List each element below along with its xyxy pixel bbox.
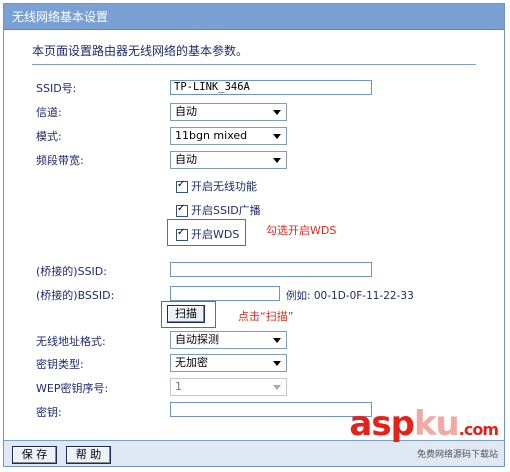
- enable-ssid-broadcast-label: 开启SSID广播: [191, 204, 261, 217]
- key-type-select[interactable]: 无加密: [170, 354, 287, 372]
- enable-ssid-broadcast-checkbox[interactable]: [176, 203, 188, 217]
- bssid-example-hint: 例如: 00-1D-0F-11-22-33: [286, 290, 414, 302]
- key-type-value: 无加密: [175, 356, 208, 369]
- enable-wireless-checkbox[interactable]: [176, 179, 188, 193]
- enable-ssid-broadcast-row[interactable]: 开启SSID广播: [176, 202, 261, 218]
- chevron-down-icon: [273, 110, 281, 115]
- chevron-down-icon: [273, 158, 281, 163]
- ssid-label: SSID号:: [36, 82, 77, 95]
- bandwidth-value: 自动: [175, 153, 197, 166]
- wep-index-label: WEP密钥序号:: [36, 382, 109, 395]
- wep-index-value: 1: [175, 380, 182, 393]
- address-format-value: 自动探测: [175, 333, 219, 346]
- watermark-subtitle: 免费网络源码下载站: [416, 450, 498, 460]
- mode-label: 模式:: [36, 130, 62, 143]
- wep-index-select[interactable]: 1: [170, 378, 287, 396]
- ssid-input[interactable]: TP-LINK_346A: [170, 80, 372, 95]
- bridged-ssid-label: (桥接的)SSID:: [36, 265, 107, 278]
- chevron-down-icon: [273, 338, 281, 343]
- page-description: 本页面设置路由器无线网络的基本参数。: [32, 44, 249, 58]
- bridged-bssid-input[interactable]: [170, 286, 280, 301]
- chevron-down-icon: [273, 385, 281, 390]
- channel-label: 信道:: [36, 106, 62, 119]
- address-format-select[interactable]: 自动探测: [170, 331, 287, 349]
- channel-select[interactable]: 自动: [170, 103, 287, 121]
- channel-value: 自动: [175, 105, 197, 118]
- enable-wireless-label: 开启无线功能: [191, 180, 257, 193]
- mode-value: 11bgn mixed: [175, 129, 248, 142]
- save-button[interactable]: 保 存: [12, 446, 57, 464]
- enable-wds-checkbox[interactable]: [176, 227, 188, 241]
- watermark-logo: aspku.com 免费网络源码下载站: [349, 404, 499, 460]
- enable-wds-row[interactable]: 开启WDS: [176, 226, 239, 242]
- bridged-ssid-input[interactable]: [170, 262, 372, 277]
- wds-annotation: 勾选开启WDS: [266, 224, 337, 237]
- divider-top: [32, 64, 476, 65]
- help-button[interactable]: 帮 助: [66, 446, 111, 464]
- mode-select[interactable]: 11bgn mixed: [170, 127, 287, 145]
- bandwidth-select[interactable]: 自动: [170, 151, 287, 169]
- watermark-wordmark: aspku.com: [349, 404, 499, 444]
- key-input[interactable]: [170, 402, 372, 417]
- key-type-label: 密钥类型:: [36, 358, 84, 371]
- bridged-bssid-label: (桥接的)BSSID:: [36, 289, 115, 302]
- enable-wireless-row[interactable]: 开启无线功能: [176, 178, 257, 194]
- scan-annotation: 点击“扫描”: [238, 310, 294, 323]
- enable-wds-label: 开启WDS: [191, 228, 240, 241]
- chevron-down-icon: [273, 361, 281, 366]
- panel-title: 无线网络基本设置: [4, 4, 504, 30]
- address-format-label: 无线地址格式:: [36, 335, 106, 348]
- bandwidth-label: 频段带宽:: [36, 154, 84, 167]
- scan-button[interactable]: 扫描: [167, 305, 205, 323]
- chevron-down-icon: [273, 134, 281, 139]
- settings-panel: 无线网络基本设置 本页面设置路由器无线网络的基本参数。 SSID号: TP-LI…: [3, 3, 505, 467]
- key-label: 密钥:: [36, 406, 62, 419]
